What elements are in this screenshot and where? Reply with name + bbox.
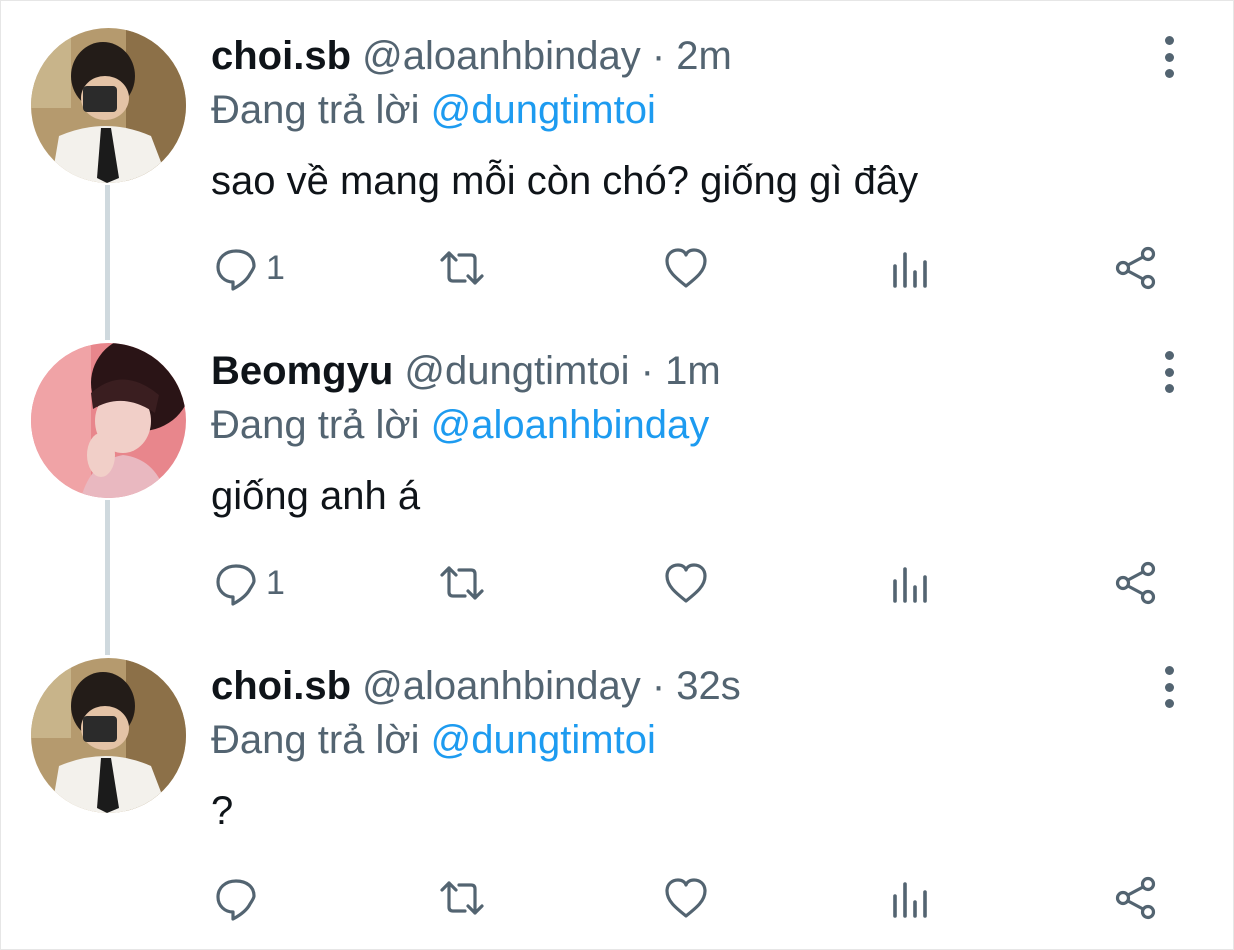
avatar-selfie-boy-image — [31, 658, 186, 813]
tweet-text: ? — [211, 789, 234, 833]
user-handle[interactable]: @aloanhbinday — [362, 664, 641, 708]
more-options-icon[interactable] — [1150, 351, 1188, 393]
avatar-selfie-boy-image — [31, 28, 186, 183]
retweet-icon — [440, 566, 484, 600]
timestamp[interactable]: · 1m — [641, 349, 721, 393]
replying-to-label: Đang trả lời — [211, 403, 420, 447]
user-handle[interactable]: @dungtimtoi — [404, 349, 629, 393]
tweet[interactable]: choi.sb @aloanhbinday · 32s Đang trả lời… — [0, 630, 1234, 946]
reply-button[interactable]: 1 — [212, 555, 285, 611]
reply-button[interactable]: 1 — [212, 240, 285, 296]
analytics-button[interactable] — [888, 240, 936, 296]
avatar[interactable] — [31, 343, 186, 498]
retweet-button[interactable] — [438, 240, 486, 296]
avatar[interactable] — [31, 658, 186, 813]
analytics-icon — [893, 882, 927, 918]
more-options-icon[interactable] — [1150, 36, 1188, 78]
mention-link[interactable]: @aloanhbinday — [431, 403, 710, 447]
tweet-text: sao về mang mỗi còn chó? giống gì đây — [211, 159, 919, 203]
replying-to: Đang trả lời @aloanhbinday — [211, 400, 709, 450]
tweet-text: giống anh á — [211, 474, 421, 518]
heart-icon — [665, 878, 707, 918]
timestamp[interactable]: · 2m — [652, 34, 732, 78]
reply-count: 1 — [266, 249, 285, 287]
retweet-button[interactable] — [438, 555, 486, 611]
avatar[interactable] — [31, 28, 186, 183]
share-button[interactable] — [1112, 555, 1160, 611]
timestamp[interactable]: · 32s — [652, 664, 741, 708]
reply-count: 1 — [266, 564, 285, 602]
replying-to-label: Đang trả lời — [211, 88, 420, 132]
display-name[interactable]: choi.sb — [211, 34, 351, 78]
analytics-button[interactable] — [888, 555, 936, 611]
tweet-header: Beomgyu @dungtimtoi · 1m — [211, 345, 721, 397]
more-options-icon[interactable] — [1150, 666, 1188, 708]
tweet[interactable]: Beomgyu @dungtimtoi · 1m Đang trả lời @a… — [0, 315, 1234, 631]
reply-button[interactable] — [212, 870, 266, 926]
retweet-icon — [440, 251, 484, 285]
reply-icon — [216, 879, 256, 921]
replying-to-label: Đang trả lời — [211, 718, 420, 762]
tweet[interactable]: choi.sb @aloanhbinday · 2m Đang trả lời … — [0, 0, 1234, 316]
analytics-button[interactable] — [888, 870, 936, 926]
display-name[interactable]: choi.sb — [211, 664, 351, 708]
heart-icon — [665, 563, 707, 603]
reply-icon — [216, 564, 256, 606]
retweet-icon — [440, 881, 484, 915]
share-icon — [1115, 246, 1156, 290]
like-button[interactable] — [662, 555, 710, 611]
like-button[interactable] — [662, 870, 710, 926]
reply-icon — [216, 249, 256, 291]
analytics-icon — [893, 567, 927, 603]
mention-link[interactable]: @dungtimtoi — [431, 88, 656, 132]
heart-icon — [665, 248, 707, 288]
tweet-header: choi.sb @aloanhbinday · 2m — [211, 30, 732, 82]
share-button[interactable] — [1112, 870, 1160, 926]
share-button[interactable] — [1112, 240, 1160, 296]
share-icon — [1115, 561, 1156, 605]
user-handle[interactable]: @aloanhbinday — [362, 34, 641, 78]
avatar-pink-portrait-image — [31, 343, 186, 498]
retweet-button[interactable] — [438, 870, 486, 926]
share-icon — [1115, 876, 1156, 920]
replying-to: Đang trả lời @dungtimtoi — [211, 715, 656, 765]
display-name[interactable]: Beomgyu — [211, 349, 393, 393]
tweet-header: choi.sb @aloanhbinday · 32s — [211, 660, 741, 712]
replying-to: Đang trả lời @dungtimtoi — [211, 85, 656, 135]
analytics-icon — [893, 252, 927, 288]
mention-link[interactable]: @dungtimtoi — [431, 718, 656, 762]
like-button[interactable] — [662, 240, 710, 296]
